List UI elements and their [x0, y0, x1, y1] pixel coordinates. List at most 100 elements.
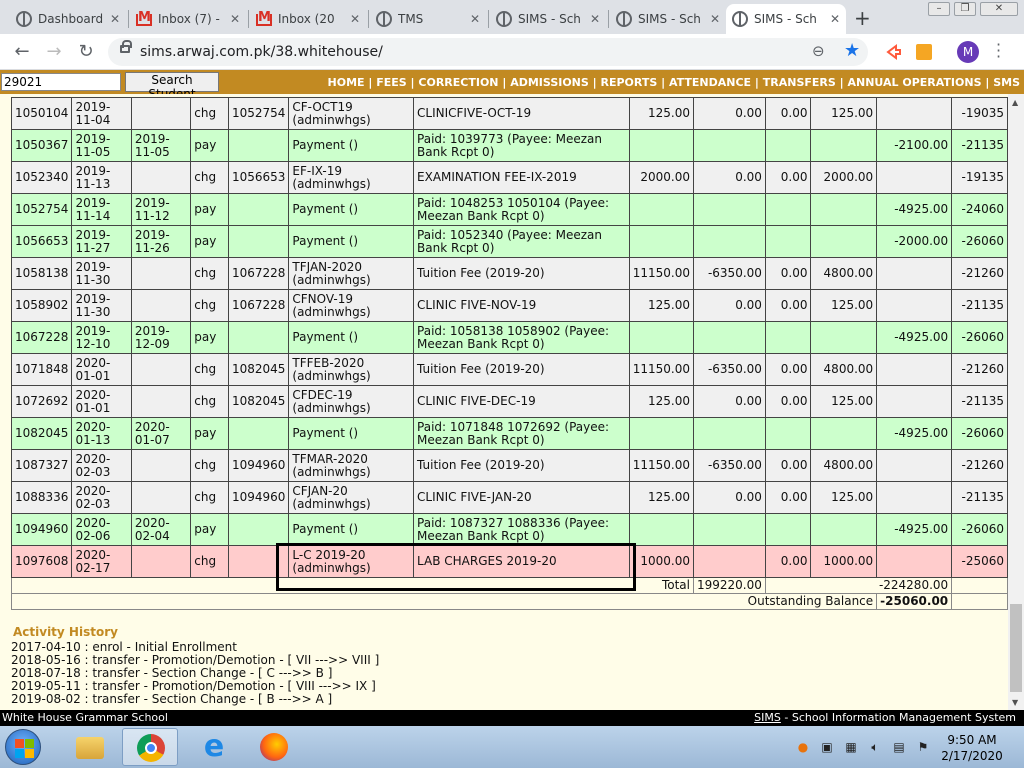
system-name: SIMS - School Information Management Sys… — [754, 711, 1016, 724]
nav-home[interactable]: HOME — [328, 76, 365, 89]
reload-button[interactable]: ↻ — [74, 40, 98, 64]
close-icon[interactable]: ✕ — [830, 12, 840, 26]
nav-admissions[interactable]: ADMISSIONS — [510, 76, 589, 89]
tab-tms[interactable]: TMS ✕ — [370, 4, 486, 34]
tab-dashboard[interactable]: Dashboard ✕ — [10, 4, 126, 34]
action-center-flag-icon[interactable]: ⚑ — [916, 740, 930, 754]
close-icon[interactable]: ✕ — [590, 12, 600, 26]
cell-receipt-id: 1056653 — [10, 225, 73, 258]
cell-fine — [764, 193, 812, 226]
cell-entry-date: 2019-11-04 — [71, 97, 132, 130]
scroll-thumb[interactable] — [1010, 604, 1022, 692]
maximize-button[interactable]: ❐ — [954, 2, 976, 16]
nav-transfers[interactable]: TRANSFERS — [763, 76, 836, 89]
activity-item: 2017-04-10 : enrol - Initial Enrollment — [11, 640, 237, 654]
search-student-button[interactable]: Search Student — [125, 72, 219, 101]
zoom-icon[interactable]: ⊖ — [812, 42, 825, 60]
minimize-button[interactable]: – — [928, 2, 950, 16]
nav-reports[interactable]: REPORTS — [601, 76, 658, 89]
cell-amount: 2000.00 — [628, 161, 695, 194]
cell-code: TFJAN-2020 (adminwhgs) — [288, 257, 415, 290]
cell-net — [810, 321, 878, 354]
ledger-row: 1058138 2019-11-30 chg 1067228 TFJAN-2020 (a… — [10, 257, 1008, 290]
cell-fine: 0.00 — [764, 545, 812, 578]
tray-app-icon[interactable]: ● — [796, 740, 810, 754]
cell-net — [810, 417, 878, 450]
search-student-input[interactable] — [1, 73, 121, 91]
extension-box-icon[interactable] — [916, 44, 932, 60]
ledger-row: 1052754 2019-11-14 2019-11-12 pay Payment ()… — [10, 193, 1008, 226]
nav-fees[interactable]: FEES — [376, 76, 406, 89]
menu-kebab-icon[interactable]: · · · — [996, 37, 1001, 65]
vertical-scrollbar[interactable]: ▲ ▼ — [1008, 94, 1024, 710]
activity-item: 2018-07-18 : transfer - Section Change -… — [11, 666, 333, 680]
cell-ref-id — [227, 417, 290, 450]
close-icon[interactable]: ✕ — [350, 12, 360, 26]
tab-sims-active[interactable]: SIMS - Sch ✕ — [726, 4, 846, 34]
cell-net — [810, 513, 878, 546]
cell-entry-type: chg — [190, 353, 229, 386]
start-button[interactable] — [5, 729, 41, 765]
taskbar-ie[interactable]: e — [186, 728, 242, 766]
cell-ref-id — [227, 513, 290, 546]
back-button[interactable]: ← — [10, 40, 34, 64]
nav-correction[interactable]: CORRECTION — [418, 76, 498, 89]
cell-net: 4800.00 — [810, 353, 878, 386]
scroll-up-icon[interactable]: ▲ — [1012, 98, 1018, 107]
cell-ref-id: 1094960 — [227, 449, 290, 482]
address-bar[interactable]: sims.arwaj.com.pk/38.whitehouse/ ⊖ ★ — [108, 38, 868, 66]
cell-entry-type: chg — [190, 97, 229, 130]
cell-discount — [693, 225, 766, 258]
scroll-down-icon[interactable]: ▼ — [1012, 698, 1018, 707]
cell-description: Paid: 1048253 1050104 (Payee: Meezan Ban… — [413, 193, 630, 226]
outstanding-label: Outstanding Balance — [10, 593, 878, 610]
url-text[interactable]: sims.arwaj.com.pk/38.whitehouse/ — [140, 44, 383, 60]
cell-balance: -21260 — [951, 353, 1008, 386]
cell-amount: 125.00 — [628, 97, 695, 130]
nav-sms[interactable]: SMS — [993, 76, 1020, 89]
cell-net — [810, 193, 878, 226]
new-tab-button[interactable]: + — [854, 6, 871, 30]
cell-net: 1000.00 — [810, 545, 878, 578]
close-icon[interactable]: ✕ — [230, 12, 240, 26]
cell-receipt-id: 1067228 — [10, 321, 73, 354]
cell-paid: -2000.00 — [876, 225, 953, 258]
bookmark-star-icon[interactable]: ★ — [844, 40, 860, 61]
cell-amount — [628, 513, 695, 546]
cell-balance: -21260 — [951, 449, 1008, 482]
cell-entry-type: pay — [190, 321, 229, 354]
cell-paid: -4925.00 — [876, 513, 953, 546]
cell-entry-type: chg — [190, 257, 229, 290]
close-icon[interactable]: ✕ — [470, 12, 480, 26]
extension-arrow-icon[interactable] — [886, 44, 902, 60]
cell-discount — [693, 193, 766, 226]
close-icon[interactable]: ✕ — [710, 12, 720, 26]
taskbar-firefox[interactable] — [246, 728, 302, 766]
close-icon[interactable]: ✕ — [110, 12, 120, 26]
nav-annual-operations[interactable]: ANNUAL OPERATIONS — [848, 76, 982, 89]
cell-fine — [764, 129, 812, 162]
cell-receipt-id: 1050104 — [10, 97, 73, 130]
sims-link[interactable]: SIMS — [754, 711, 781, 724]
folder-icon — [76, 737, 104, 759]
cell-receipt-id: 1052754 — [10, 193, 73, 226]
window-close-button[interactable]: ✕ — [980, 2, 1018, 16]
activity-item: 2019-05-11 : transfer - Promotion/Demoti… — [11, 679, 376, 693]
network-icon[interactable]: ▤ — [892, 740, 906, 754]
avatar[interactable]: M — [957, 41, 979, 63]
taskbar-chrome[interactable] — [122, 728, 178, 766]
tab-sims-2[interactable]: SIMS - Sch ✕ — [610, 4, 726, 34]
tray-device-icon[interactable]: ▣ — [820, 740, 834, 754]
tab-inbox-2[interactable]: Inbox (20 ✕ — [250, 4, 366, 34]
tray-media-icon[interactable]: ▦ — [844, 740, 858, 754]
tab-inbox-1[interactable]: Inbox (7) - ✕ — [130, 4, 246, 34]
taskbar-explorer[interactable] — [62, 728, 118, 766]
tab-sims-1[interactable]: SIMS - Sch ✕ — [490, 4, 606, 34]
forward-button[interactable]: → — [42, 40, 66, 64]
nav-attendance[interactable]: ATTENDANCE — [669, 76, 751, 89]
volume-icon[interactable]: 🔈︎ — [868, 740, 882, 754]
cell-description: CLINICFIVE-OCT-19 — [413, 97, 630, 130]
system-clock[interactable]: 9:50 AM 2/17/2020 — [940, 732, 1004, 764]
app-nav: HOME | FEES | CORRECTION | ADMISSIONS | … — [327, 76, 1020, 89]
cell-ref-id: 1052754 — [227, 97, 290, 130]
